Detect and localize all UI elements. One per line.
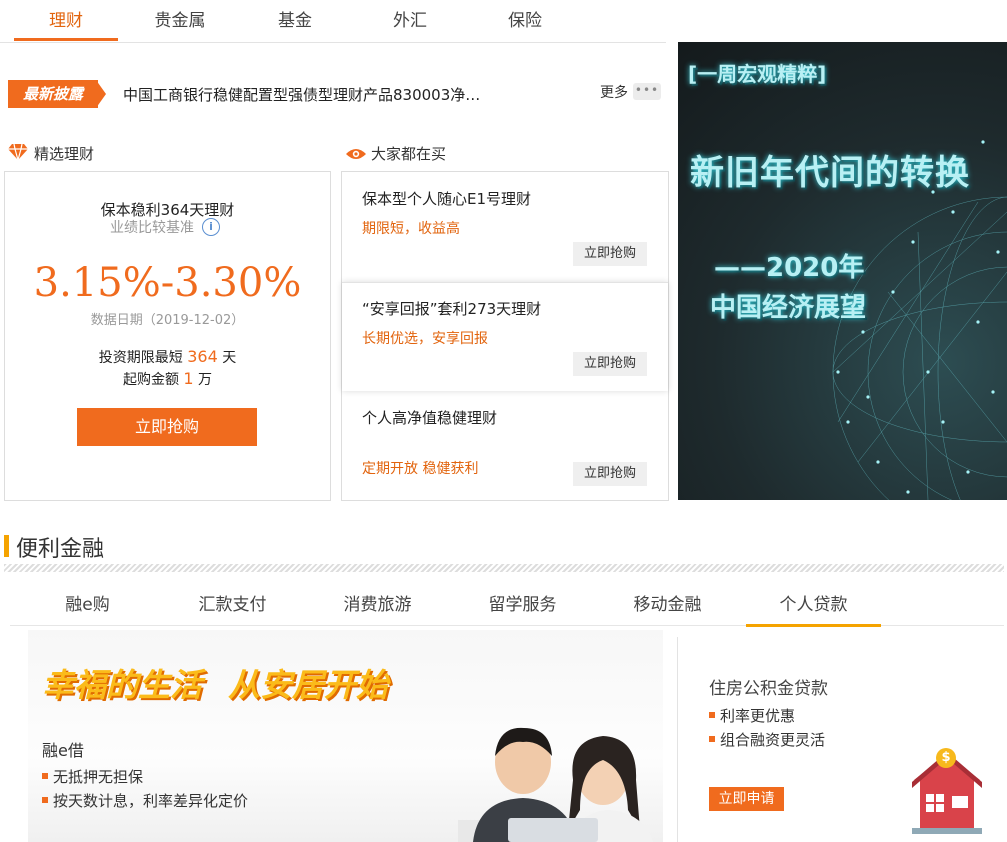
product-tabs: 理财 贵金属 基金 外汇 保险 [0,0,666,43]
featured-heading: 精选理财 [34,145,95,163]
featured-buy-button[interactable]: 立即抢购 [77,408,257,446]
tab-mobile-finance[interactable]: 移动金融 [600,590,735,615]
more-dots-icon[interactable]: ••• [633,83,661,100]
list-item[interactable]: 个人高净值稳健理财 定期开放 稳健获利 立即抢购 [342,391,668,500]
badge-arrow [96,80,106,108]
item-tag: 期限短，收益高 [362,221,460,237]
banner-headline: 新旧年代间的转换 [690,153,970,193]
tab-rong-e-gou[interactable]: 融e购 [20,590,155,615]
term-prefix: 投资期限最短 [98,350,183,366]
item-buy-button[interactable]: 立即抢购 [573,352,647,376]
promo-point: 按天数计息，利率差异化定价 [42,790,248,811]
tab-insurance[interactable]: 保险 [473,6,577,31]
item-buy-button[interactable]: 立即抢购 [573,462,647,486]
tab-funds[interactable]: 基金 [243,6,347,31]
popular-list: 保本型个人随心E1号理财 期限短，收益高 立即抢购 “安享回报”套利273天理财… [341,171,669,501]
banner-line2: 中国经济展望 [710,293,867,323]
item-buy-button[interactable]: 立即抢购 [573,242,647,266]
latest-disclosure-badge: 最新披露 [8,80,98,108]
data-date: 数据日期（2019-12-02） [90,313,245,328]
couple-photo [458,727,653,842]
tab-forex[interactable]: 外汇 [358,6,462,31]
divider [677,637,678,842]
diamond-icon [8,143,28,163]
popular-heading: 大家都在买 [371,145,447,163]
dollar-coin-icon: $ [936,748,956,768]
slogan-left: 幸福的生活 [42,666,203,704]
min-unit: 万 [198,372,213,388]
tab-remittance[interactable]: 汇款支付 [165,590,300,615]
banner-line1: ——2020年 [714,253,865,283]
house-money-icon: $ [912,748,982,834]
housing-loan-point: 组合融资更灵活 [709,729,825,750]
active-tab-indicator [746,624,881,627]
item-tag: 长期优选，安享回报 [362,331,488,347]
promo-point: 无抵押无担保 [42,766,143,787]
banner-tag: [一周宏观精粹] [688,62,827,86]
info-icon[interactable]: i [202,218,220,236]
term-unit: 天 [222,350,237,366]
disclosure-link[interactable]: 中国工商银行稳健配置型强债型理财产品830003净… [123,84,480,105]
housing-loan-title: 住房公积金贷款 [709,679,828,699]
more-link[interactable]: 更多 [600,82,628,102]
macro-weekly-banner[interactable]: [一周宏观精粹] 新旧年代间的转换 ——2020年 中国经济展望 [678,42,1007,500]
tab-consumer-travel[interactable]: 消费旅游 [310,590,445,615]
tab-personal-loan[interactable]: 个人贷款 [746,590,881,615]
hatched-divider [4,564,1004,572]
term-line: 投资期限最短 364 天 [5,347,330,367]
slogan-right: 从安居开始 [228,666,389,704]
loan-promo-banner[interactable]: 幸福的生活 从安居开始 融e借 无抵押无担保 按天数计息，利率差异化定价 [28,630,663,842]
featured-product-card: 保本稳利364天理财 业绩比较基准 i 3.15%-3.30% 数据日期（201… [4,171,331,501]
housing-loan-point: 利率更优惠 [709,705,795,726]
section-marker [4,535,9,557]
item-tag: 定期开放 稳健获利 [362,461,479,477]
rate-range: 3.15%-3.30% [33,260,302,306]
section-title: 便利金融 [16,537,105,562]
apply-button[interactable]: 立即申请 [709,787,784,811]
benchmark-label: 业绩比较基准 [110,220,194,236]
min-value: 1 [183,369,194,388]
min-prefix: 起购金额 [122,372,179,388]
promo-product-name: 融e借 [42,741,84,760]
min-amount-line: 起购金额 1 万 [5,369,330,389]
tab-precious-metals[interactable]: 贵金属 [128,6,232,31]
term-value: 364 [187,347,218,366]
list-item[interactable]: 保本型个人随心E1号理财 期限短，收益高 立即抢购 [342,172,668,282]
item-title: 保本型个人随心E1号理财 [362,190,532,208]
active-tab-indicator [14,38,118,41]
item-title: “安享回报”套利273天理财 [362,300,542,318]
list-item[interactable]: “安享回报”套利273天理财 长期优选，安享回报 立即抢购 [342,282,668,391]
tab-study-abroad[interactable]: 留学服务 [455,590,590,615]
eye-icon [345,146,367,165]
tab-wealth[interactable]: 理财 [14,6,118,31]
item-title: 个人高净值稳健理财 [362,409,498,427]
